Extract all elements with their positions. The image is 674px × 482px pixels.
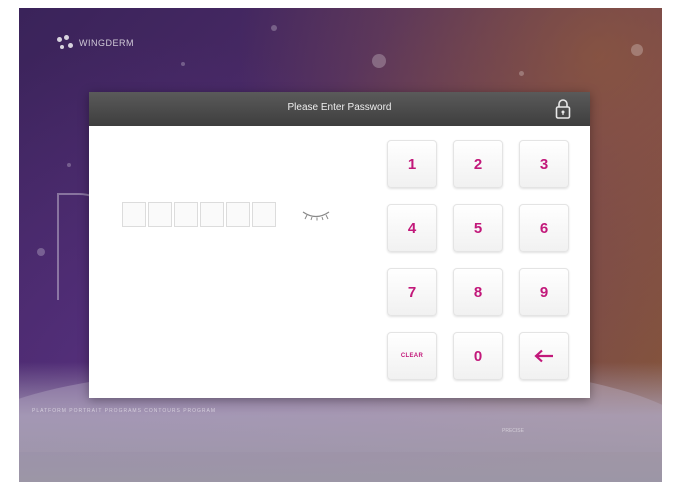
key-3[interactable]: 3 [519, 140, 569, 188]
lock-icon [555, 99, 571, 119]
key-9[interactable]: 9 [519, 268, 569, 316]
arrow-left-icon [534, 349, 553, 363]
key-8[interactable]: 8 [453, 268, 503, 316]
password-digit-box [174, 202, 198, 227]
eye-closed-icon[interactable] [301, 209, 331, 221]
dialog-header: Please Enter Password [89, 92, 590, 126]
dialog-title: Please Enter Password [287, 102, 392, 113]
clear-button[interactable]: CLEAR [387, 332, 437, 380]
bokeh-dot [631, 44, 643, 56]
background-menu-text: PLATFORM PORTRAIT PROGRAMS CONTOURS PROG… [32, 408, 217, 414]
password-digit-box [122, 202, 146, 227]
brand-logo: WINGDERM [57, 35, 134, 51]
password-dialog: Please Enter Password 1 2 3 4 5 6 7 8 9 … [89, 92, 590, 398]
backspace-button[interactable]: ← [519, 332, 569, 380]
key-7[interactable]: 7 [387, 268, 437, 316]
key-5[interactable]: 5 [453, 204, 503, 252]
password-input[interactable] [122, 202, 276, 227]
bokeh-dot [519, 71, 524, 76]
key-0[interactable]: 0 [453, 332, 503, 380]
brand-name: WINGDERM [79, 38, 134, 48]
password-digit-box [200, 202, 224, 227]
numeric-keypad: 1 2 3 4 5 6 7 8 9 CLEAR 0 ← [387, 140, 569, 380]
bokeh-dot [37, 248, 45, 256]
password-digit-box [226, 202, 250, 227]
background-label: PRECISE [502, 428, 524, 434]
key-4[interactable]: 4 [387, 204, 437, 252]
key-1[interactable]: 1 [387, 140, 437, 188]
bokeh-dot [271, 25, 277, 31]
bokeh-dot [372, 54, 386, 68]
key-6[interactable]: 6 [519, 204, 569, 252]
bokeh-dot [67, 163, 71, 167]
logo-icon [57, 35, 75, 51]
bokeh-dot [181, 62, 185, 66]
key-2[interactable]: 2 [453, 140, 503, 188]
password-digit-box [252, 202, 276, 227]
password-digit-box [148, 202, 172, 227]
